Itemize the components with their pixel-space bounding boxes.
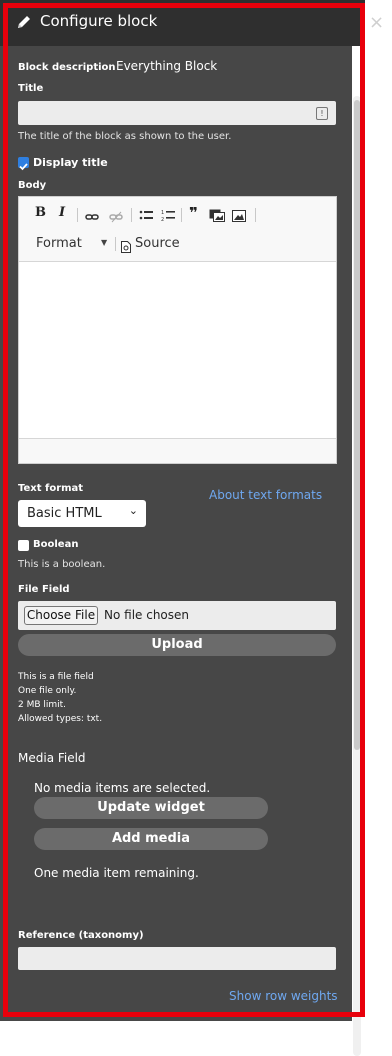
chevron-down-icon: ⌄ (128, 504, 138, 517)
bold-button[interactable]: B (35, 205, 46, 220)
block-description-value: Everything Block (116, 59, 218, 73)
insert-media-icon[interactable] (209, 207, 225, 226)
file-help-line-3: 2 MB limit. (18, 700, 67, 710)
editor-status-bar (19, 438, 336, 463)
unlink-icon[interactable] (109, 208, 123, 227)
file-input[interactable]: Choose File No file chosen (18, 601, 336, 630)
add-media-button[interactable]: Add media (34, 828, 268, 850)
toolbar-divider (115, 237, 116, 251)
close-icon[interactable]: × (369, 12, 384, 33)
off-canvas-dialog: Configure block Block description Everyt… (0, 0, 365, 1056)
choose-file-button[interactable]: Choose File (24, 606, 98, 625)
toolbar-divider (181, 208, 182, 222)
file-field-label: File Field (18, 584, 70, 595)
source-icon[interactable] (121, 238, 131, 257)
file-status-text: No file chosen (104, 608, 190, 622)
reference-label: Reference (taxonomy) (18, 930, 144, 941)
wysiwyg-editor: B I 12 ❞ Format ▼ Source (18, 196, 337, 464)
svg-text:1: 1 (161, 210, 164, 216)
toolbar-divider (255, 208, 256, 222)
format-dropdown-label[interactable]: Format (36, 236, 82, 251)
svg-text:2: 2 (161, 217, 164, 222)
bulleted-list-icon[interactable] (139, 207, 153, 226)
title-help-text: The title of the block as shown to the u… (18, 131, 232, 142)
update-widget-label: Update widget (97, 800, 205, 815)
title-label: Title (18, 83, 44, 94)
boolean-label: Boolean (33, 539, 79, 550)
pencil-icon (16, 14, 32, 34)
media-remaining-text: One media item remaining. (34, 866, 199, 880)
editor-toolbar: B I 12 ❞ Format ▼ Source (19, 197, 336, 262)
block-description-label: Block description (18, 62, 116, 73)
scrollbar-thumb[interactable] (354, 100, 360, 750)
toolbar-divider (77, 208, 78, 222)
show-row-weights-link[interactable]: Show row weights (229, 989, 338, 1003)
italic-button[interactable]: I (59, 205, 65, 220)
text-format-select[interactable]: Basic HTML ⌄ (18, 500, 146, 527)
title-input[interactable]: ! (18, 101, 336, 125)
scrollbar[interactable] (352, 46, 365, 1056)
display-title-checkbox[interactable] (18, 157, 29, 171)
display-title-label: Display title (33, 156, 108, 169)
dialog-header: Configure block (0, 0, 365, 46)
file-help-line-4: Allowed types: txt. (18, 714, 103, 724)
link-icon[interactable] (85, 208, 99, 227)
source-button[interactable]: Source (135, 236, 180, 251)
upload-button[interactable]: Upload (18, 634, 336, 656)
file-help-line-1: This is a file field (18, 672, 94, 682)
chevron-down-icon[interactable]: ▼ (101, 238, 107, 247)
autofill-key-icon: ! (316, 107, 328, 120)
blockquote-icon[interactable]: ❞ (189, 204, 198, 222)
body-label: Body (18, 180, 47, 191)
text-format-label: Text format (18, 483, 84, 494)
toolbar-divider (131, 208, 132, 222)
editor-content-area[interactable] (19, 262, 336, 438)
about-text-formats-link[interactable]: About text formats (209, 488, 322, 502)
check-icon (19, 163, 28, 171)
dialog-title: Configure block (40, 12, 158, 30)
boolean-help-text: This is a boolean. (18, 559, 106, 570)
numbered-list-icon[interactable]: 12 (161, 207, 175, 226)
boolean-checkbox[interactable] (18, 540, 29, 551)
upload-button-label: Upload (151, 637, 203, 652)
update-widget-button[interactable]: Update widget (34, 797, 268, 819)
reference-input[interactable] (18, 947, 336, 970)
file-help-line-2: One file only. (18, 686, 77, 696)
insert-image-icon[interactable] (232, 207, 246, 226)
text-format-selected: Basic HTML (27, 506, 102, 521)
media-field-label: Media Field (18, 751, 86, 765)
add-media-label: Add media (111, 831, 191, 846)
media-empty-text: No media items are selected. (34, 781, 211, 795)
